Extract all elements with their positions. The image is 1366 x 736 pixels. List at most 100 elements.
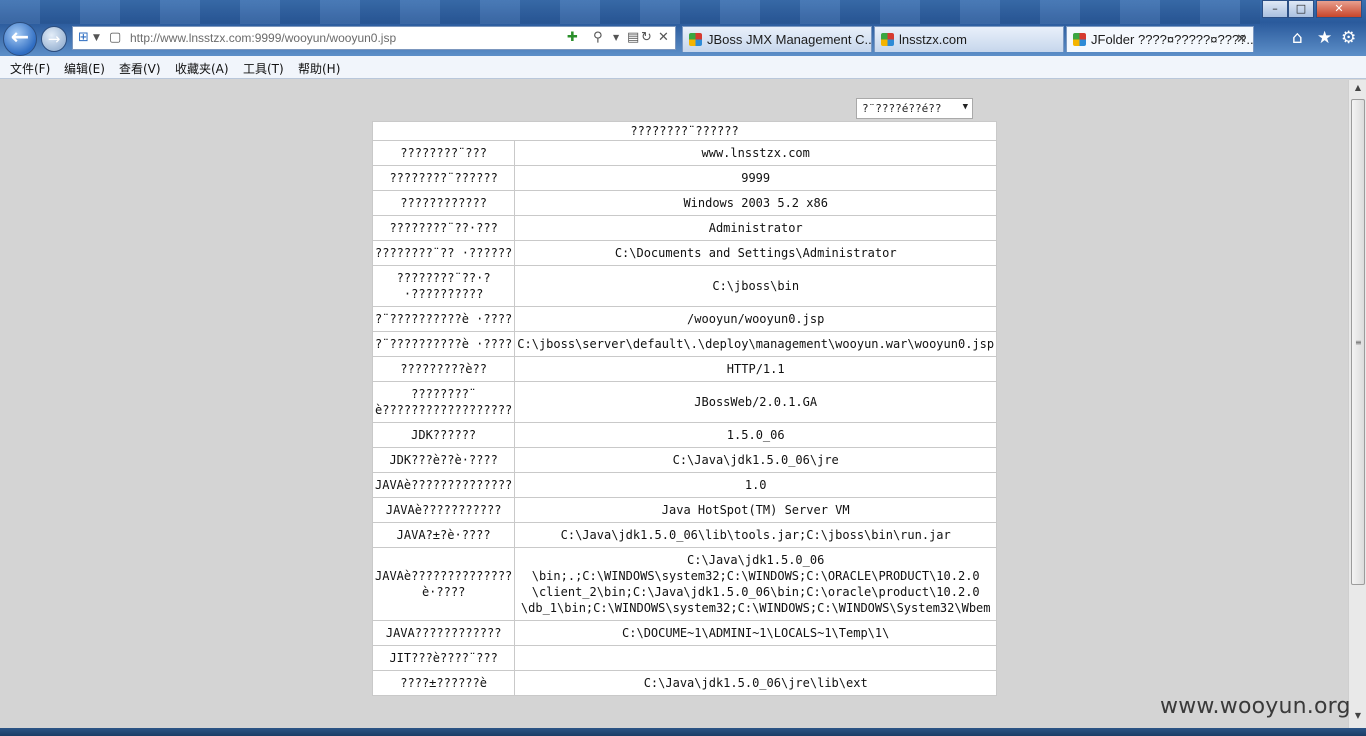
menu-favorites[interactable]: 收藏夹(A): [175, 60, 229, 77]
row-label: JAVA?±?è·????: [371, 522, 516, 548]
table-row: ????????¨?? ·?????? C:\Documents and Sett…: [371, 240, 998, 266]
maximize-button[interactable]: □: [1288, 0, 1314, 18]
table-row: ????±??????è C:\Java\jdk1.5.0_06\jre\lib\…: [371, 670, 998, 696]
scroll-thumb[interactable]: ≡: [1351, 99, 1365, 585]
row-label: JAVAè?????????????? è·????: [371, 547, 516, 621]
favicon-icon: [689, 33, 702, 46]
row-value: C:\Java\jdk1.5.0_06\lib\tools.jar;C:\jbo…: [514, 522, 998, 548]
arrow-left-icon: ←: [10, 25, 30, 50]
table-row: ????????¨??·??? Administrator: [371, 215, 998, 241]
chevron-down-icon: ▼: [962, 102, 968, 112]
row-value: C:\Java\jdk1.5.0_06\jre: [514, 447, 998, 473]
row-value: HTTP/1.1: [514, 356, 998, 382]
favorites-star-icon[interactable]: ★: [1317, 28, 1332, 48]
menu-tools[interactable]: 工具(T): [243, 60, 284, 77]
row-label: JAVAè???????????: [371, 497, 516, 523]
close-tab-icon[interactable]: ✕: [1236, 31, 1247, 47]
tab-jfolder[interactable]: JFolder ????¤?????¤????... ✕: [1066, 26, 1254, 52]
grip-icon: ≡: [1355, 338, 1362, 347]
row-value: C:\Java\jdk1.5.0_06\jre\lib\ext: [514, 670, 998, 696]
row-value: /wooyun/wooyun0.jsp: [514, 306, 998, 332]
language-select-value: ?¨????é??é??: [862, 102, 942, 115]
table-row: ???????????? Windows 2003 5.2 x86: [371, 190, 998, 216]
language-select[interactable]: ?¨????é??é?? ▼: [856, 98, 973, 119]
tab-label: JFolder ????¤?????¤????...: [1091, 32, 1254, 47]
row-label: JAVA????????????: [371, 620, 516, 646]
row-value: C:\Documents and Settings\Administrator: [514, 240, 998, 266]
row-value: 9999: [514, 165, 998, 191]
url-text[interactable]: http://www.lnsstzx.com:9999/wooyun/wooyu…: [130, 31, 396, 45]
forward-button[interactable]: →: [41, 26, 67, 52]
table-row: JDK?????? 1.5.0_06: [371, 422, 998, 448]
row-label: ????????????: [371, 190, 516, 216]
vertical-scrollbar[interactable]: ▲ ≡ ▼: [1348, 80, 1366, 728]
menu-help[interactable]: 帮助(H): [298, 60, 340, 77]
table-row: ????????¨?????? 9999: [371, 165, 998, 191]
row-label: JAVAè??????????????: [371, 472, 516, 498]
table-row: ?????????è?? HTTP/1.1: [371, 356, 998, 382]
refresh-icon[interactable]: ↻: [641, 30, 652, 45]
table-title: ????????¨??????: [371, 121, 998, 141]
stop-icon[interactable]: ✕: [658, 30, 669, 45]
watermark: www.wooyun.org: [1160, 694, 1351, 719]
scroll-down-icon[interactable]: ▼: [1351, 711, 1365, 725]
row-label: ?¨??????????è ·????: [371, 306, 516, 332]
tab-jboss[interactable]: JBoss JMX Management C...: [682, 26, 872, 52]
row-label: ?¨??????????è ·????: [371, 331, 516, 357]
back-button[interactable]: ←: [3, 22, 37, 56]
row-label: ????????¨???: [371, 140, 516, 166]
row-label: ????????¨??·???: [371, 215, 516, 241]
home-icon[interactable]: ⌂: [1292, 28, 1303, 48]
search-icon[interactable]: ⚲: [593, 30, 603, 45]
table-row: ????????¨ è?????????????????? JBossWeb/2.…: [371, 381, 998, 423]
taskbar: [0, 728, 1366, 736]
compat-icon[interactable]: ▤: [627, 30, 639, 45]
menu-edit[interactable]: 编辑(E): [64, 60, 105, 77]
browser-chrome: – □ ✕ ← → ⊞ ▼ ▢ http://www.lnsstzx.com:9…: [0, 0, 1366, 56]
table-row: JAVAè?????????????? 1.0: [371, 472, 998, 498]
menu-file[interactable]: 文件(F): [10, 60, 50, 77]
close-window-button[interactable]: ✕: [1316, 0, 1362, 18]
chevron-down-icon[interactable]: ▼: [613, 33, 619, 42]
gear-icon[interactable]: ⚙: [1341, 28, 1356, 48]
row-label: ????????¨?? ·??????: [371, 240, 516, 266]
table-row: JDK???è??è·???? C:\Java\jdk1.5.0_06\jre: [371, 447, 998, 473]
address-bar[interactable]: ⊞ ▼ ▢ http://www.lnsstzx.com:9999/wooyun…: [72, 26, 676, 50]
table-row: JAVA???????????? C:\DOCUME~1\ADMINI~1\LOC…: [371, 620, 998, 646]
row-value: Windows 2003 5.2 x86: [514, 190, 998, 216]
table-title-row: ????????¨??????: [371, 121, 998, 141]
row-value: [514, 645, 998, 671]
scroll-up-icon[interactable]: ▲: [1351, 83, 1365, 97]
row-label: JIT???è????¨???: [371, 645, 516, 671]
tab-label: lnsstzx.com: [899, 32, 967, 47]
compat-view-icon[interactable]: ⊞: [78, 30, 89, 45]
row-value: 1.0: [514, 472, 998, 498]
minimize-button[interactable]: –: [1262, 0, 1288, 18]
table-row: ?¨??????????è ·????/wooyun/wooyun0.jsp: [371, 306, 998, 332]
row-label: JDK??????: [371, 422, 516, 448]
table-row: ?¨??????????è ·???? C:\jboss\server\defau…: [371, 331, 998, 357]
table-row: ????????¨??? www.lnsstzx.com: [371, 140, 998, 166]
row-label: ?????????è??: [371, 356, 516, 382]
table-row: JAVAè??????????? Java HotSpot(TM) Server …: [371, 497, 998, 523]
row-value: C:\DOCUME~1\ADMINI~1\LOCALS~1\Temp\1\: [514, 620, 998, 646]
favicon-icon: [881, 33, 894, 46]
row-label: ????????¨ è??????????????????: [371, 381, 516, 423]
addon-icon[interactable]: ✚: [567, 30, 578, 45]
tab-lnsstzx[interactable]: lnsstzx.com: [874, 26, 1064, 52]
table-row: JAVAè?????????????? è·???? C:\Java\jdk1.5…: [371, 547, 998, 621]
table-row: ????????¨??·? ·?????????? C:\jboss\bin: [371, 265, 998, 307]
row-value: 1.5.0_06: [514, 422, 998, 448]
row-value: C:\Java\jdk1.5.0_06 \bin;.;C:\WINDOWS\sy…: [514, 547, 998, 621]
chevron-down-icon[interactable]: ▼: [93, 33, 100, 43]
tab-label: JBoss JMX Management C...: [707, 32, 872, 47]
row-value: C:\jboss\bin: [514, 265, 998, 307]
row-value: C:\jboss\server\default\.\deploy\managem…: [514, 331, 998, 357]
row-value: JBossWeb/2.0.1.GA: [514, 381, 998, 423]
menu-bar: 文件(F) 编辑(E) 查看(V) 收藏夹(A) 工具(T) 帮助(H): [0, 56, 1366, 79]
table-row: JAVA?±?è·???? C:\Java\jdk1.5.0_06\lib\too…: [371, 522, 998, 548]
row-value: Administrator: [514, 215, 998, 241]
row-value: Java HotSpot(TM) Server VM: [514, 497, 998, 523]
row-label: ????±??????è: [371, 670, 516, 696]
menu-view[interactable]: 查看(V): [119, 60, 161, 77]
